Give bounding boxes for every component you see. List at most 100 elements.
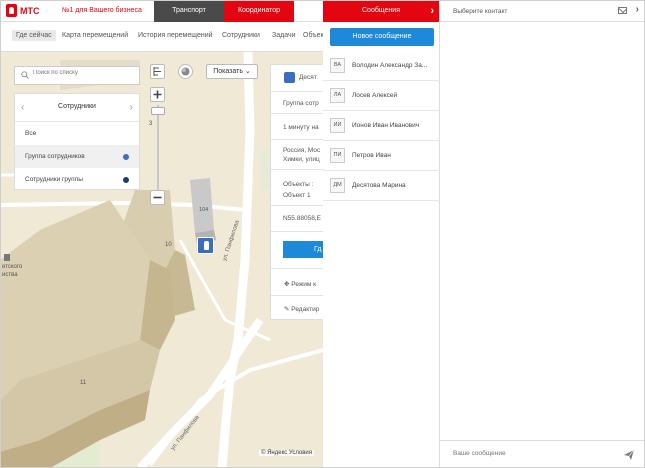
- contact-name: Лосев Алексей: [352, 92, 398, 99]
- contact-item[interactable]: ДМ Десятова Марина: [323, 171, 440, 201]
- chevron-down-icon: ⌄: [244, 68, 251, 75]
- nav-item-objects[interactable]: Объек: [303, 32, 324, 39]
- globe-icon: [181, 67, 190, 76]
- divider: [271, 205, 323, 206]
- nav-item-employees[interactable]: Сотрудники: [222, 32, 260, 39]
- place-label: етского: [2, 264, 23, 270]
- divider: [271, 113, 323, 114]
- edit-label: Редактир: [291, 306, 320, 313]
- nav-item-where-now[interactable]: Где сейчас: [12, 30, 56, 41]
- employees-panel-header: ‹ Сотрудники ›: [15, 94, 139, 122]
- mode-label: Режим к: [291, 281, 316, 288]
- search-icon: [21, 71, 29, 79]
- list-search-box[interactable]: [14, 66, 140, 85]
- contact-avatar: ПИ: [330, 148, 345, 163]
- contact-name: Володин Александр За...: [352, 62, 428, 69]
- group-color-dot: [123, 154, 129, 160]
- messages-title: Сообщения: [362, 7, 400, 14]
- mode-option[interactable]: ✥ Режим к: [284, 280, 316, 288]
- show-dropdown-button[interactable]: Показать ⌄: [206, 64, 258, 79]
- next-arrow-icon[interactable]: ›: [130, 102, 133, 113]
- chat-title: Выберите контакт: [453, 8, 508, 15]
- nav-item-movement-map[interactable]: Карта перемещений: [62, 32, 128, 39]
- messages-panel: Сообщения › Новое сообщение ВА Володин А…: [323, 0, 440, 468]
- divider: [271, 268, 323, 269]
- minus-icon: [153, 196, 162, 199]
- info-address-line: Химки, улиц: [283, 156, 320, 163]
- ruler-tool-button[interactable]: [150, 64, 165, 79]
- building-number-label: 104: [199, 207, 209, 213]
- employee-filter-label: Все: [25, 130, 37, 137]
- info-address-line: Россия, Мос: [283, 147, 321, 154]
- zoom-slider-track[interactable]: [157, 105, 159, 193]
- envelope-icon[interactable]: [618, 7, 627, 14]
- employee-location-marker[interactable]: [197, 237, 214, 254]
- contact-item[interactable]: ИИ Ионов Иван Иванович: [323, 111, 440, 141]
- message-input[interactable]: [453, 450, 613, 457]
- contact-item[interactable]: ЛА Лосев Алексей: [323, 81, 440, 111]
- crosshair-icon: ✥: [284, 281, 290, 288]
- map-poi-icon: [4, 254, 10, 261]
- place-label: иства: [2, 272, 18, 278]
- tab-transport[interactable]: Транспорт: [154, 0, 224, 22]
- divider: [271, 91, 323, 92]
- employees-panel-title: Сотрудники: [58, 103, 96, 110]
- plus-icon: [153, 90, 162, 99]
- divider: [271, 231, 323, 232]
- divider: [271, 295, 323, 296]
- contact-name: Десятова Марина: [352, 182, 406, 189]
- ruler-icon: [153, 67, 161, 76]
- contact-avatar: ВА: [330, 58, 345, 73]
- messages-header: Сообщения ›: [323, 0, 439, 22]
- tab-coordinator[interactable]: Координатор: [224, 0, 294, 22]
- chat-header: Выберите контакт ›: [440, 0, 645, 22]
- list-search-input[interactable]: [33, 70, 133, 76]
- employee-filter-all[interactable]: Все: [15, 122, 139, 145]
- info-title: Десят: [299, 74, 317, 81]
- mts-egg-icon: [6, 4, 17, 17]
- layers-button[interactable]: [178, 64, 193, 79]
- divider: [271, 169, 323, 170]
- contact-item[interactable]: ПИ Петров Иван: [323, 141, 440, 171]
- mts-logo[interactable]: МТС: [6, 4, 40, 17]
- contact-name: Петров Иван: [352, 152, 391, 159]
- nav-item-tasks[interactable]: Задачи: [272, 32, 296, 39]
- contact-avatar: ЛА: [330, 88, 345, 103]
- zoom-scale-mark: 3: [149, 121, 153, 127]
- zoom-in-button[interactable]: [150, 87, 165, 102]
- building-number-label: 10: [165, 242, 172, 248]
- employee-info-card: Десят Группа сотр 1 минуту на Россия, Мо…: [270, 64, 323, 320]
- group-members-color-dot: [123, 177, 129, 183]
- where-now-button[interactable]: Гд: [283, 241, 323, 258]
- divider: [271, 139, 323, 140]
- contact-name: Ионов Иван Иванович: [352, 122, 420, 129]
- edit-option[interactable]: ✎ Редактир: [284, 305, 319, 313]
- info-object-name: Объект 1: [283, 192, 311, 199]
- info-objects-label: Объекты :: [283, 181, 314, 188]
- employee-filter-group[interactable]: Группа сотрудников: [15, 145, 139, 168]
- nav-item-movement-history[interactable]: История перемещений: [138, 32, 213, 39]
- person-icon: [284, 72, 295, 83]
- contact-avatar: ИИ: [330, 118, 345, 133]
- zoom-out-button[interactable]: [150, 190, 165, 205]
- new-message-button[interactable]: Новое сообщение: [330, 28, 434, 46]
- pencil-icon: ✎: [284, 306, 290, 313]
- employee-filter-label: Группа сотрудников: [25, 153, 85, 160]
- chat-panel: Выберите контакт ›: [440, 0, 645, 468]
- employee-filter-group-members[interactable]: Сотрудники группы: [15, 168, 139, 191]
- send-icon[interactable]: [623, 449, 635, 461]
- info-coordinates: N55.88058,Е: [283, 215, 321, 222]
- show-label: Показать: [213, 68, 243, 75]
- zoom-slider-handle[interactable]: [151, 107, 165, 115]
- contact-avatar: ДМ: [330, 178, 345, 193]
- building-number-label: 11: [80, 380, 87, 386]
- chevron-right-icon[interactable]: ›: [636, 4, 639, 15]
- contact-item[interactable]: ВА Володин Александр За...: [323, 51, 440, 81]
- chevron-right-icon[interactable]: ›: [430, 0, 434, 22]
- map-attribution[interactable]: © Яндекс Условия: [259, 450, 315, 456]
- logo-text: МТС: [20, 5, 40, 16]
- employees-panel: ‹ Сотрудники › Все Группа сотрудников Со…: [14, 93, 140, 190]
- chat-compose-bar: [440, 440, 645, 468]
- info-update-time: 1 минуту на: [283, 124, 319, 131]
- header-slogan: №1 для Вашего бизнеса: [62, 7, 142, 14]
